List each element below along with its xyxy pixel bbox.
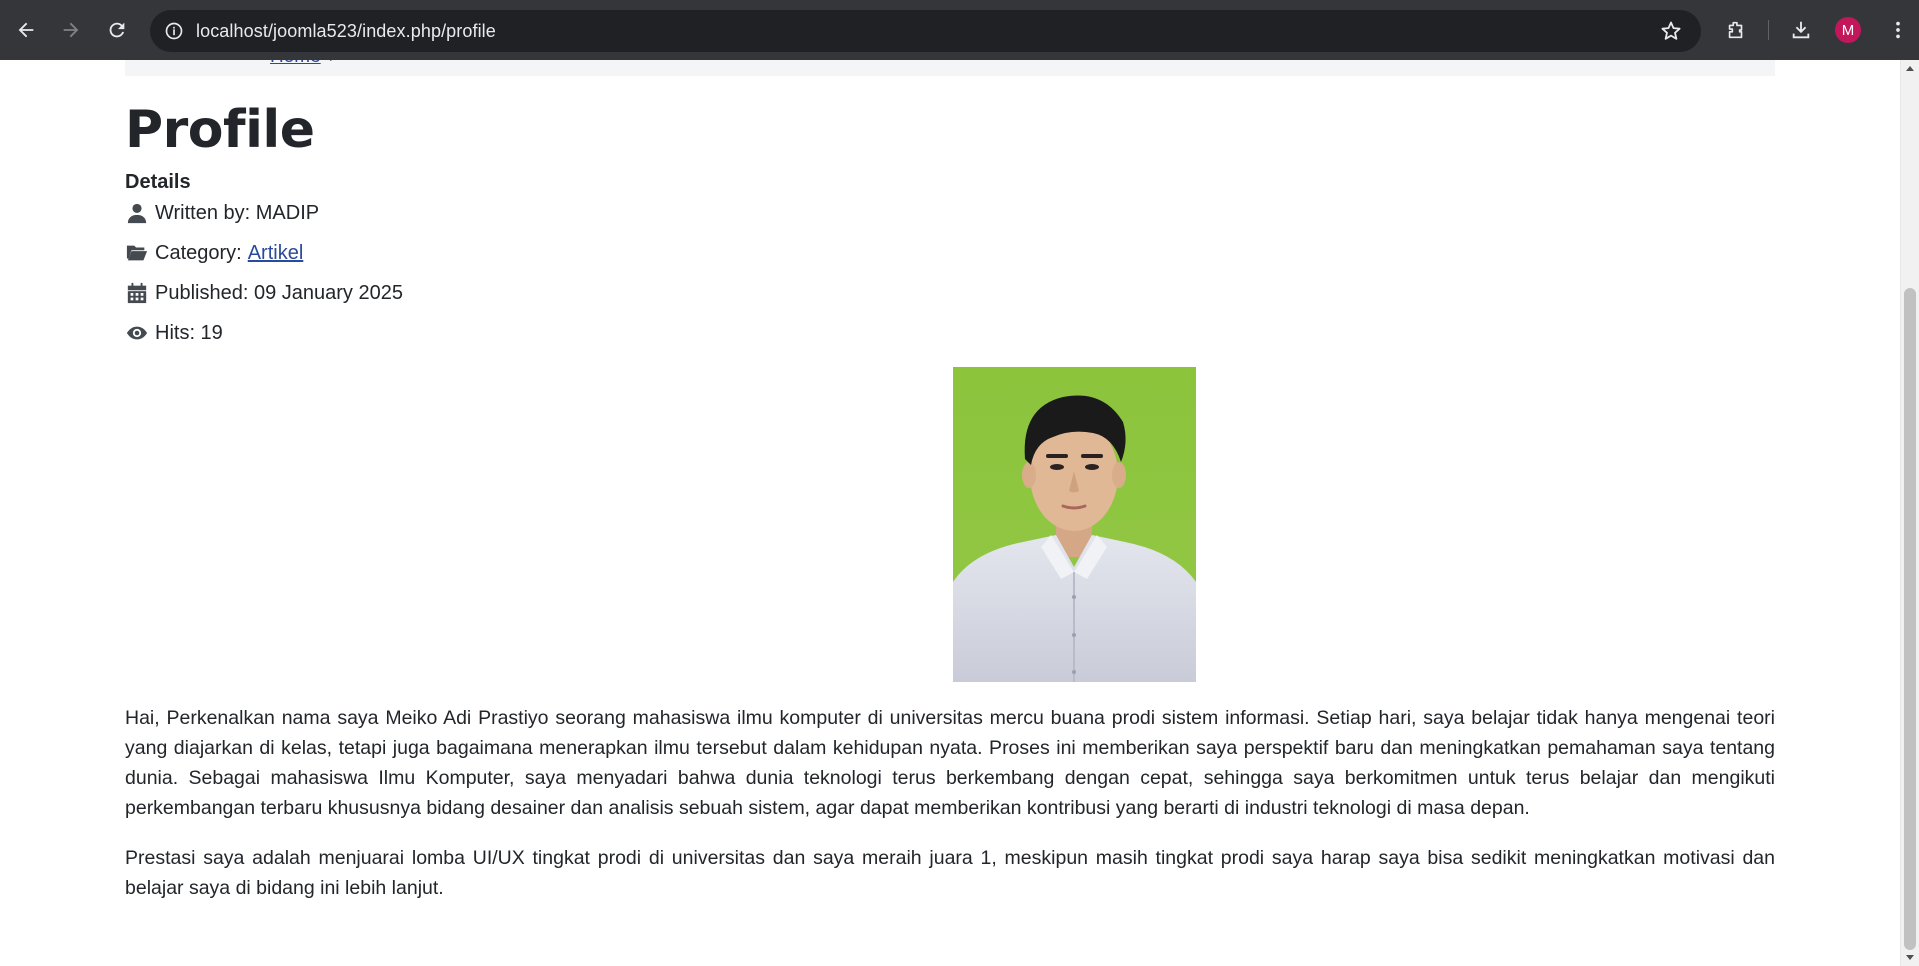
calendar-icon — [125, 281, 149, 305]
forward-arrow-icon — [63, 22, 79, 38]
reload-button[interactable] — [99, 12, 135, 48]
download-icon — [1792, 21, 1810, 39]
site-info-button[interactable] — [154, 10, 194, 52]
toolbar-divider — [1768, 20, 1769, 40]
scroll-down-arrow-icon[interactable] — [1906, 955, 1914, 960]
published-text: Published: 09 January 2025 — [155, 281, 403, 304]
page-viewport: Home / Profile Details Written by: MADIP… — [0, 60, 1900, 966]
meta-published: Published: 09 January 2025 — [125, 281, 403, 305]
more-menu-button[interactable] — [1880, 12, 1916, 48]
scroll-up-arrow-icon[interactable] — [1906, 66, 1914, 71]
address-bar[interactable]: localhost/joomla523/index.php/profile — [150, 10, 1701, 52]
profile-photo — [953, 367, 1196, 682]
category-label: Category: — [155, 241, 242, 264]
extensions-icon — [1728, 21, 1743, 39]
bookmark-star-icon[interactable] — [1659, 19, 1683, 43]
reload-icon — [109, 22, 125, 38]
hits-text: Hits: 19 — [155, 321, 223, 344]
breadcrumb-home-link[interactable]: Home — [270, 60, 321, 68]
page-title: Profile — [125, 100, 315, 160]
site-info-icon — [165, 22, 183, 40]
breadcrumb-separator: / — [330, 60, 334, 66]
more-menu-icon — [1896, 21, 1900, 39]
author-text: Written by: MADIP — [155, 201, 320, 224]
eye-icon — [125, 321, 149, 345]
url-text[interactable]: localhost/joomla523/index.php/profile — [196, 21, 496, 42]
page-scrollbar[interactable] — [1900, 60, 1919, 966]
profile-avatar[interactable]: M — [1835, 17, 1861, 43]
meta-category: Category: Artikel — [125, 241, 303, 265]
meta-hits: Hits: 19 — [125, 321, 223, 345]
back-button[interactable] — [8, 12, 44, 48]
download-button[interactable] — [1783, 12, 1819, 48]
scrollbar-thumb[interactable] — [1904, 288, 1916, 950]
user-icon — [125, 201, 149, 225]
article-paragraph-1: Hai, Perkenalkan nama saya Meiko Adi Pra… — [125, 707, 1775, 819]
breadcrumb: Home / — [125, 60, 1775, 76]
extensions-button[interactable] — [1718, 12, 1754, 48]
browser-toolbar: localhost/joomla523/index.php/profile M — [0, 0, 1919, 60]
folder-open-icon — [125, 241, 149, 265]
category-link[interactable]: Artikel — [248, 242, 304, 265]
forward-button[interactable] — [53, 12, 89, 48]
details-label: Details — [125, 171, 191, 193]
meta-author: Written by: MADIP — [125, 201, 319, 225]
article-paragraph-2: Prestasi saya adalah menjuarai lomba UI/… — [125, 847, 1775, 899]
back-arrow-icon — [18, 22, 34, 38]
